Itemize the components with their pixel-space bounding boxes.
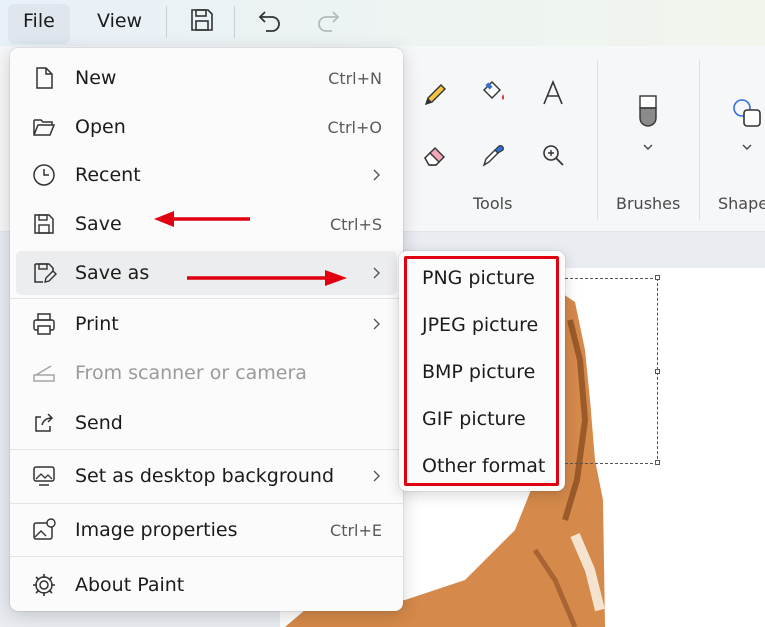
- shapes-group-label: Shape: [718, 194, 765, 213]
- menu-item-label: About Paint: [75, 574, 185, 596]
- desktop-icon: [33, 466, 55, 486]
- new-file-icon: [36, 67, 53, 89]
- save-icon[interactable]: [188, 6, 216, 34]
- file-menu: New Ctrl+N Open Ctrl+O Recent Save Ctrl+…: [10, 48, 403, 611]
- menu-separator: [10, 556, 403, 557]
- save-as-icon: [34, 263, 57, 283]
- menu-item-image-properties[interactable]: Image properties Ctrl+E: [16, 508, 397, 552]
- chevron-down-icon[interactable]: [740, 140, 754, 154]
- annotation-arrow-right: [187, 270, 347, 286]
- eraser-icon[interactable]: [420, 140, 450, 170]
- resize-handle[interactable]: [655, 369, 660, 374]
- menu-separator: [10, 503, 403, 504]
- menu-item-new[interactable]: New Ctrl+N: [16, 56, 397, 100]
- clock-icon: [33, 164, 55, 186]
- menu-item-label: Open: [75, 116, 126, 138]
- menubar-divider: [234, 6, 235, 38]
- magnifier-icon[interactable]: [538, 140, 568, 170]
- printer-icon: [33, 313, 55, 335]
- menu-separator: [10, 298, 403, 299]
- resize-handle[interactable]: [655, 275, 660, 280]
- menubar-divider: [166, 6, 167, 38]
- menu-item-open[interactable]: Open Ctrl+O: [16, 105, 397, 149]
- folder-icon: [33, 119, 56, 136]
- annotation-highlight-box: [404, 256, 559, 486]
- chevron-right-icon: [373, 470, 380, 482]
- shapes-icon[interactable]: [730, 96, 765, 130]
- menu-item-set-desktop-background[interactable]: Set as desktop background: [16, 454, 397, 498]
- shortcut-label: Ctrl+N: [328, 69, 382, 88]
- view-menu-button[interactable]: View: [97, 10, 142, 32]
- shortcut-label: Ctrl+E: [330, 521, 382, 540]
- brushes-group-label: Brushes: [616, 194, 681, 213]
- scanner-icon: [33, 365, 55, 382]
- menu-item-label: Save as: [75, 262, 150, 284]
- tools-group-label: Tools: [473, 194, 513, 213]
- menu-item-recent[interactable]: Recent: [16, 153, 397, 197]
- menu-separator: [10, 449, 403, 450]
- menu-item-from-scanner: From scanner or camera: [16, 351, 397, 395]
- ribbon-separator: [699, 60, 700, 220]
- menu-item-send[interactable]: Send: [16, 401, 397, 445]
- share-icon: [35, 413, 54, 432]
- menu-item-label: From scanner or camera: [75, 362, 307, 384]
- save-icon: [34, 214, 54, 234]
- menu-item-about-paint[interactable]: About Paint: [16, 563, 397, 607]
- chevron-right-icon: [373, 169, 380, 181]
- menu-item-label: Send: [75, 412, 123, 434]
- menu-item-label: New: [75, 67, 117, 89]
- undo-icon[interactable]: [256, 6, 284, 34]
- shortcut-label: Ctrl+O: [327, 118, 382, 137]
- image-properties-icon: [33, 518, 56, 540]
- redo-icon[interactable]: [314, 6, 342, 34]
- menu-bar: File View: [0, 0, 765, 46]
- chevron-right-icon: [373, 267, 380, 279]
- gear-icon: [33, 574, 55, 596]
- text-icon[interactable]: [538, 78, 568, 108]
- annotation-arrow-left: [154, 211, 250, 227]
- pencil-icon[interactable]: [420, 80, 450, 110]
- ribbon-separator: [597, 60, 598, 220]
- brush-icon[interactable]: [634, 92, 662, 132]
- shortcut-label: Ctrl+S: [329, 215, 382, 234]
- menu-item-label: Recent: [75, 164, 141, 186]
- fill-bucket-icon[interactable]: [478, 78, 508, 108]
- chevron-right-icon: [373, 318, 380, 330]
- menu-item-label: Image properties: [75, 519, 238, 541]
- menu-item-label: Set as desktop background: [75, 465, 335, 487]
- menu-item-label: Save: [75, 213, 122, 235]
- menu-item-label: Print: [75, 313, 119, 335]
- file-menu-button[interactable]: File: [23, 10, 55, 32]
- resize-handle[interactable]: [655, 460, 660, 465]
- chevron-down-icon[interactable]: [641, 140, 655, 154]
- menu-item-print[interactable]: Print: [16, 302, 397, 346]
- color-picker-icon[interactable]: [478, 140, 508, 170]
